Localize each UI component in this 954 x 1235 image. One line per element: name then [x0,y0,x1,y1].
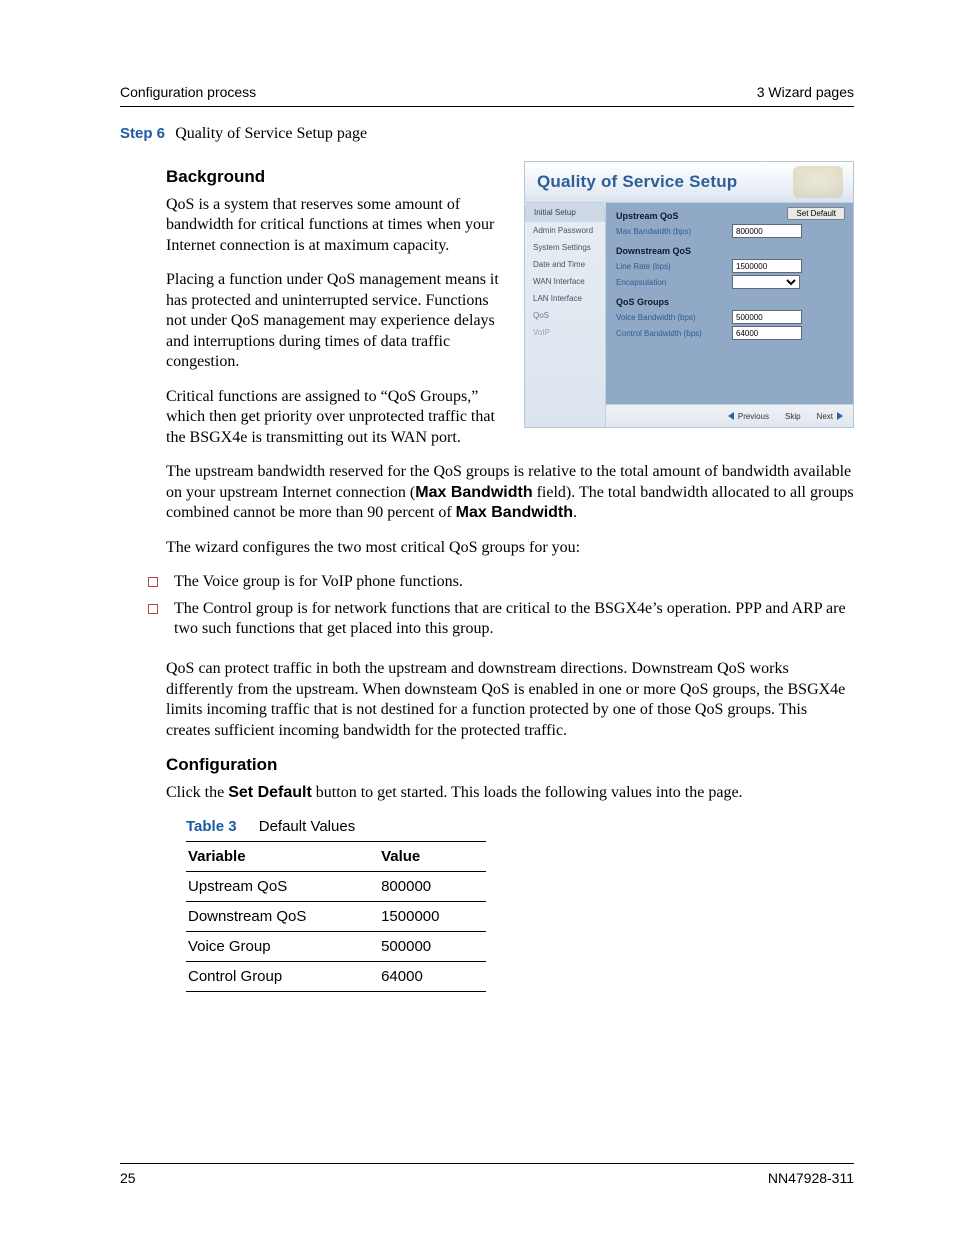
configuration-p1: Click the Set Default button to get star… [166,783,854,803]
cfg-p1a: Click the [166,784,228,801]
voice-bandwidth-input[interactable] [732,310,802,324]
qos-sidebar: Initial Setup Admin Password System Sett… [525,203,606,427]
qos-titlebar: Quality of Service Setup [525,162,853,203]
background-p4: The upstream bandwidth reserved for the … [166,462,854,523]
background-p3: Critical functions are assigned to “QoS … [166,387,500,448]
page-number: 25 [120,1170,136,1186]
qos-title: Quality of Service Setup [537,172,737,192]
cell-variable: Upstream QoS [186,871,379,901]
header-right: 3 Wizard pages [757,84,854,100]
nav-system-settings[interactable]: System Settings [525,239,605,256]
table-caption-title: Default Values [259,818,355,835]
header-left: Configuration process [120,84,256,100]
background-title: Background [166,167,500,187]
cfg-p1b: button to get started. This loads the fo… [312,784,743,801]
qos-footer: Previous Skip Next [606,404,853,427]
encapsulation-select[interactable] [732,275,800,289]
th-variable: Variable [186,841,379,871]
nav-lan-interface[interactable]: LAN Interface [525,290,605,307]
step-title: Quality of Service Setup page [175,125,367,142]
cell-variable: Downstream QoS [186,901,379,931]
footer-rule [120,1163,854,1164]
table-row: Upstream QoS 800000 [186,871,486,901]
qos-setup-screenshot: Quality of Service Setup Initial Setup A… [524,161,854,428]
doc-number: NN47928-311 [768,1170,854,1186]
set-default-button[interactable]: Set Default [787,207,845,220]
chevron-left-icon [728,412,734,420]
nav-admin-password[interactable]: Admin Password [525,222,605,239]
bullet-control-group: The Control group is for network functio… [140,599,854,640]
background-p2: Placing a function under QoS management … [166,270,500,372]
control-bandwidth-label: Control Bandwidth (bps) [616,329,726,338]
chevron-right-icon [837,412,843,420]
max-bandwidth-label: Max Bandwidth (bps) [616,227,726,236]
cell-value: 500000 [379,931,486,961]
step-label: Step 6 [120,125,165,142]
th-value: Value [379,841,486,871]
background-p6: QoS can protect traffic in both the upst… [166,659,854,741]
table-caption-label: Table 3 [186,818,237,835]
max-bandwidth-input[interactable] [732,224,802,238]
cfg-p1-bold: Set Default [228,784,312,801]
line-rate-label: Line Rate (bps) [616,262,726,271]
cell-value: 64000 [379,961,486,991]
nav-date-and-time[interactable]: Date and Time [525,256,605,273]
table-row: Voice Group 500000 [186,931,486,961]
p4-bold1: Max Bandwidth [415,484,532,501]
encapsulation-label: Encapsulation [616,278,726,287]
skip-button[interactable]: Skip [785,412,801,421]
bullet-voice-group: The Voice group is for VoIP phone functi… [140,572,854,592]
qos-logo-icon [793,166,843,198]
skip-label: Skip [785,412,801,421]
qos-main-form: Set Default Upstream QoS Max Bandwidth (… [606,203,853,427]
table-row: Control Group 64000 [186,961,486,991]
header-rule [120,106,854,107]
voice-bandwidth-label: Voice Bandwidth (bps) [616,313,726,322]
next-button[interactable]: Next [817,412,843,421]
next-label: Next [817,412,833,421]
cell-variable: Control Group [186,961,379,991]
running-header: Configuration process 3 Wizard pages [120,84,854,100]
background-p5: The wizard configures the two most criti… [166,538,854,558]
downstream-qos-heading: Downstream QoS [616,246,845,256]
step-heading: Step 6 Quality of Service Setup page [120,125,854,143]
background-p1: QoS is a system that reserves some amoun… [166,195,500,256]
table-caption: Table 3 Default Values [186,818,854,835]
nav-voip[interactable]: VoIP [525,324,605,341]
qos-groups-heading: QoS Groups [616,297,845,307]
control-bandwidth-input[interactable] [732,326,802,340]
table-head-row: Variable Value [186,841,486,871]
cell-variable: Voice Group [186,931,379,961]
cell-value: 800000 [379,871,486,901]
nav-wan-interface[interactable]: WAN Interface [525,273,605,290]
previous-label: Previous [738,412,769,421]
p4-bold2: Max Bandwidth [456,504,573,521]
p4c: . [573,504,577,521]
nav-qos[interactable]: QoS [525,307,605,324]
previous-button[interactable]: Previous [728,412,769,421]
default-values-table: Variable Value Upstream QoS 800000 Downs… [186,841,486,992]
table-row: Downstream QoS 1500000 [186,901,486,931]
qos-tab-initial-setup[interactable]: Initial Setup [525,202,605,222]
configuration-title: Configuration [166,755,854,775]
cell-value: 1500000 [379,901,486,931]
running-footer: 25 NN47928-311 [120,1170,854,1186]
line-rate-input[interactable] [732,259,802,273]
